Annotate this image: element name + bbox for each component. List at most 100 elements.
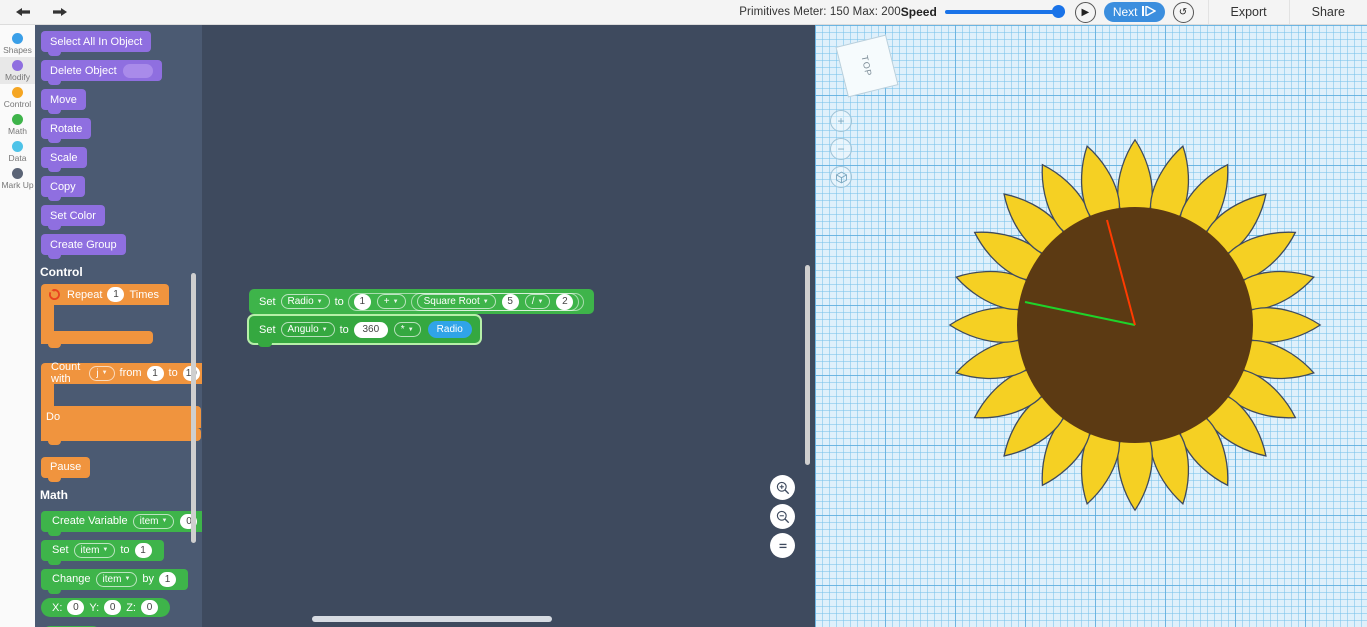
repeat-times-input[interactable]: 1 — [107, 287, 125, 302]
3d-viewport[interactable]: TOP + − — [815, 25, 1367, 627]
block-scale[interactable]: Scale — [41, 147, 87, 172]
count-variable-dropdown[interactable]: j ▼ — [89, 365, 115, 381]
function-dropdown[interactable]: Square Root ▼ — [416, 294, 496, 309]
block-label: Pause — [50, 461, 82, 473]
block-repeat-header[interactable]: Repeat 1 Times — [41, 284, 170, 305]
change-variable-dropdown[interactable]: item ▼ — [95, 571, 138, 587]
block-change-variable[interactable]: Change item ▼ by 1 — [41, 568, 189, 594]
count-from-input[interactable]: 1 — [146, 365, 164, 381]
set-value-input[interactable]: 1 — [134, 542, 152, 558]
create-variable-dropdown[interactable]: item ▼ — [132, 513, 175, 529]
block-rotate[interactable]: Rotate — [41, 118, 92, 143]
palette-row: Create Variable item ▼ 0 — [35, 507, 202, 536]
block-label: Select All In Object — [50, 35, 143, 48]
block-count-with[interactable]: Count with j ▼ from 1 to 10 Do — [41, 357, 202, 445]
repeat-body-slot[interactable] — [41, 305, 54, 331]
count-body-slot[interactable] — [41, 383, 54, 406]
export-button[interactable]: Export — [1207, 0, 1289, 24]
palette-section-math: Math — [40, 487, 68, 502]
modify-color-dot — [12, 60, 23, 71]
y-label: Y: — [89, 601, 100, 614]
to-label: to — [334, 295, 344, 308]
block-copy[interactable]: Copy — [41, 176, 85, 201]
radio-variable-dropdown[interactable]: Radio ▼ — [280, 294, 330, 309]
set-variable-dropdown[interactable]: item ▼ — [73, 542, 116, 558]
share-button[interactable]: Share — [1288, 0, 1367, 24]
to-label: to — [339, 323, 349, 336]
next-step-icon — [1141, 4, 1156, 19]
shapes-color-dot — [12, 33, 23, 44]
create-variable-label: Create Variable — [52, 515, 128, 527]
rail-item-markup[interactable]: Mark Up — [0, 165, 35, 192]
block-set-variable[interactable]: Set item ▼ to 1 — [41, 539, 164, 565]
block-set-angulo[interactable]: Set Angulo ▼ to 360 * ▼ Radio — [247, 314, 482, 347]
z-label: Z: — [126, 601, 136, 614]
script-stack[interactable]: Set Radio ▼ to 1 + ▼ Square Root ▼ 5 / ▼… — [247, 289, 814, 347]
next-button[interactable]: Next — [1103, 2, 1165, 22]
rail-item-math[interactable]: Math — [0, 111, 35, 138]
angulo-operand1-input[interactable]: 360 — [353, 321, 388, 338]
zoom-in-magnifier-icon[interactable] — [770, 475, 795, 500]
function-arg-input[interactable]: 5 — [501, 293, 519, 310]
undo-redo-group — [0, 3, 70, 21]
change-by-label: by — [142, 573, 155, 585]
block-move[interactable]: Move — [41, 89, 86, 114]
object-slot[interactable] — [122, 63, 153, 78]
block-count-with-header[interactable]: Count with j ▼ from 1 to 10 — [41, 361, 202, 385]
block-xyz[interactable]: X: 0 Y: 0 Z: 0 — [41, 598, 170, 617]
rail-label-modify: Modify — [4, 72, 31, 82]
workspace-vertical-scrollbar[interactable] — [805, 265, 810, 465]
block-set-color[interactable]: Set Color — [41, 205, 105, 230]
rail-label-shapes: Shapes — [3, 45, 32, 55]
angulo-operand2-variable[interactable]: Radio — [427, 321, 472, 338]
angulo-variable-value: Angulo — [287, 324, 319, 335]
undo-arrow-icon[interactable] — [12, 3, 32, 21]
rail-item-data[interactable]: Data — [0, 138, 35, 165]
operator1-dropdown[interactable]: + ▼ — [376, 294, 406, 309]
fit-view-icon[interactable] — [770, 533, 795, 558]
z-input[interactable]: 0 — [140, 600, 158, 615]
data-color-dot — [12, 141, 23, 152]
operand2-input[interactable]: 2 — [556, 293, 574, 310]
speed-slider[interactable] — [944, 3, 1065, 21]
block-palette: Select All In Object Delete Object Move … — [35, 25, 202, 627]
block-delete-object[interactable]: Delete Object — [41, 60, 162, 85]
count-variable-value: j — [96, 367, 99, 379]
primitives-meter-text: Primitives Meter: 150 Max: 200 — [739, 6, 901, 18]
block-create-group[interactable]: Create Group — [41, 234, 126, 259]
speed-label: Speed — [900, 5, 937, 19]
block-repeat[interactable]: Repeat 1 Times — [41, 284, 202, 348]
workspace-horizontal-scrollbar[interactable] — [312, 616, 552, 622]
palette-scrollbar[interactable] — [191, 273, 196, 543]
play-button[interactable]: ▶ — [1074, 1, 1096, 23]
expression-group-inner[interactable]: Square Root ▼ 5 / ▼ 2 — [410, 292, 580, 311]
palette-section-control: Control — [40, 265, 83, 279]
operand1-input[interactable]: 1 — [353, 293, 371, 310]
next-button-label: Next — [1112, 5, 1138, 19]
expression-group-outer[interactable]: 1 + ▼ Square Root ▼ 5 / ▼ 2 — [347, 292, 585, 311]
block-set-radio[interactable]: Set Radio ▼ to 1 + ▼ Square Root ▼ 5 / ▼… — [249, 289, 595, 318]
change-value-input[interactable]: 1 — [159, 571, 177, 587]
angulo-variable-dropdown[interactable]: Angulo ▼ — [280, 322, 335, 337]
palette-row: Set item ▼ to 1 — [35, 536, 202, 565]
rail-item-control[interactable]: Control — [0, 84, 35, 111]
block-create-variable[interactable]: Create Variable item ▼ 0 — [41, 510, 202, 536]
rail-item-modify[interactable]: Modify — [0, 57, 35, 84]
control-color-dot — [12, 87, 23, 98]
angulo-operator-dropdown[interactable]: * ▼ — [393, 322, 421, 337]
reset-button[interactable]: ↺ — [1172, 1, 1194, 23]
redo-arrow-icon[interactable] — [50, 3, 70, 21]
rail-item-shapes[interactable]: Shapes — [0, 30, 35, 57]
create-variable-name: item — [139, 515, 159, 527]
count-to-label: to — [168, 367, 178, 379]
speed-slider-knob[interactable] — [1051, 5, 1065, 18]
block-pause[interactable]: Pause — [41, 456, 91, 482]
chevron-down-icon: ▼ — [316, 298, 323, 305]
sunflower-model[interactable] — [815, 25, 1367, 627]
x-input[interactable]: 0 — [67, 600, 85, 615]
script-workspace[interactable]: Set Radio ▼ to 1 + ▼ Square Root ▼ 5 / ▼… — [202, 25, 814, 627]
operator2-dropdown[interactable]: / ▼ — [524, 294, 551, 309]
zoom-out-magnifier-icon[interactable] — [770, 504, 795, 529]
block-select-all-in-object[interactable]: Select All In Object — [41, 31, 152, 56]
y-input[interactable]: 0 — [104, 600, 122, 615]
